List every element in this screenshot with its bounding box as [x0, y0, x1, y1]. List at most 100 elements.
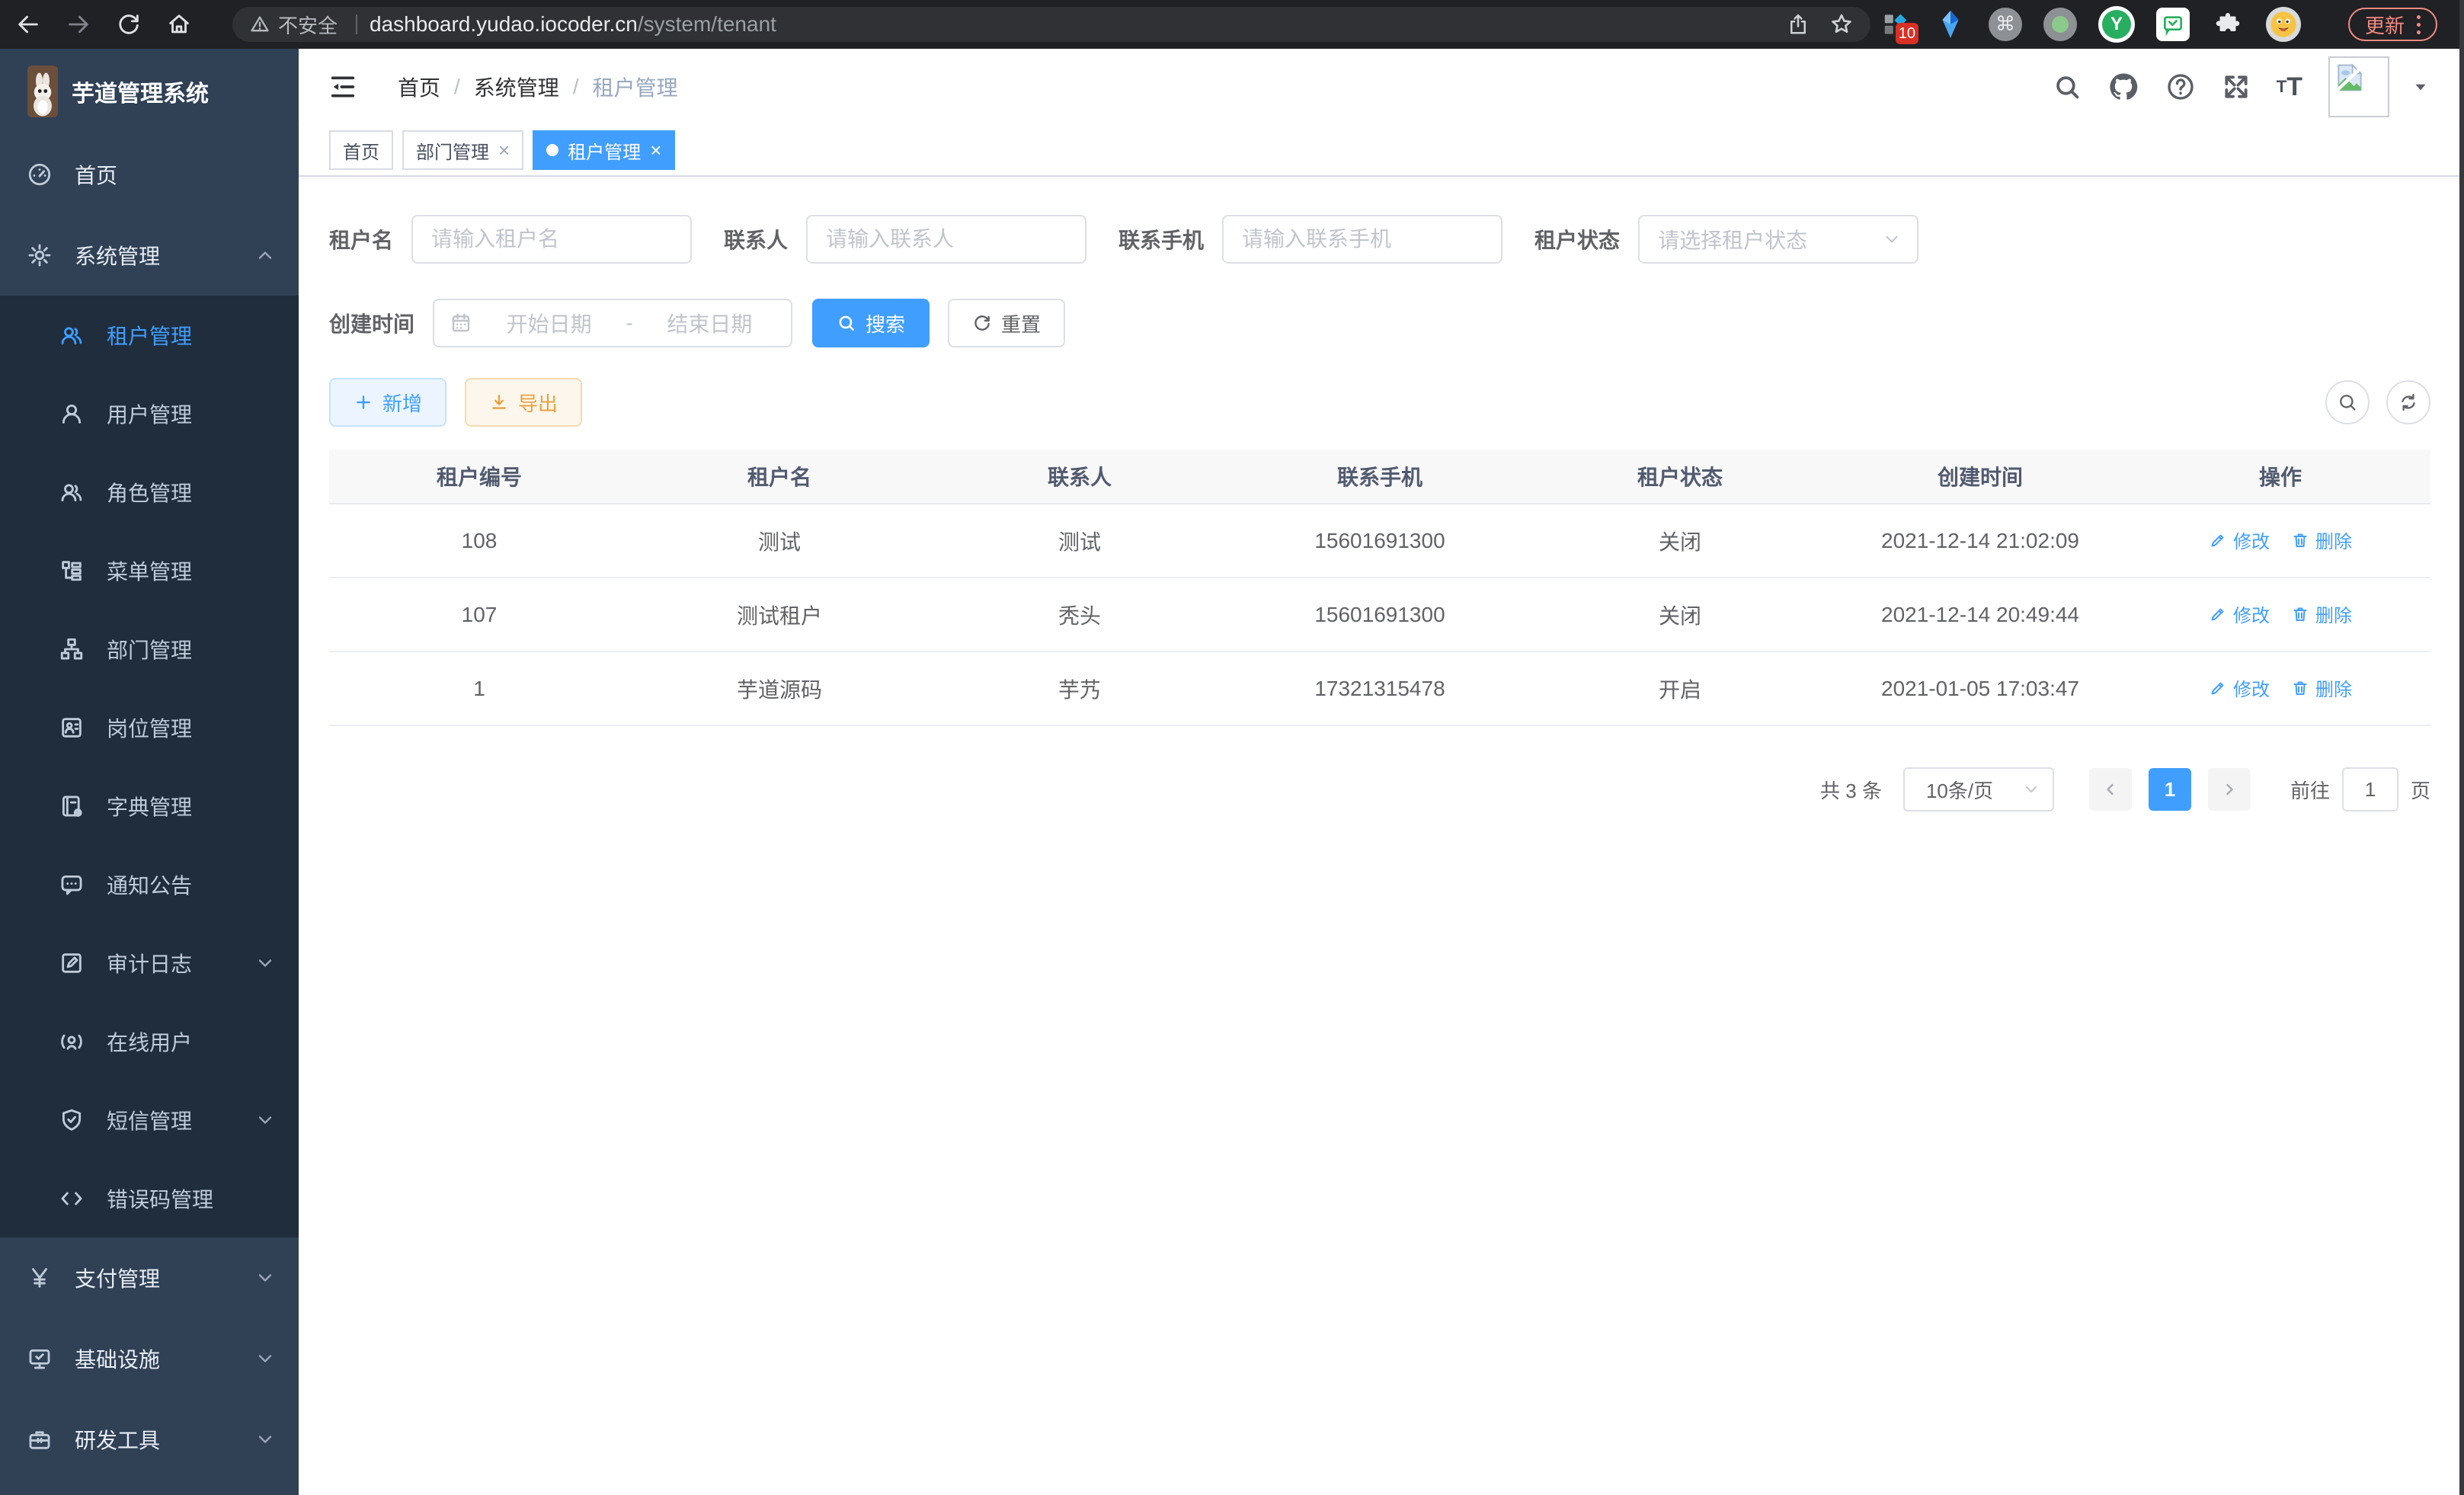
- refresh-table-button[interactable]: [2386, 380, 2430, 424]
- reset-button[interactable]: 重置: [948, 299, 1065, 347]
- sidebar-item-审计日志[interactable]: 审计日志: [0, 924, 299, 1002]
- prev-page-button[interactable]: [2089, 768, 2132, 811]
- sidebar-item-label: 字典管理: [107, 791, 192, 821]
- next-page-button[interactable]: [2208, 768, 2251, 811]
- edit-pencil-icon: [2209, 679, 2227, 697]
- browser-forward-icon[interactable]: [66, 11, 91, 37]
- table-row: 108测试测试15601691300关闭2021-12-14 21:02:09修…: [329, 504, 2430, 578]
- org-icon: [58, 636, 85, 662]
- table-row: 107测试租户秃头15601691300关闭2021-12-14 20:49:4…: [329, 578, 2430, 652]
- url-host: dashboard.yudao.iocoder.cn: [370, 12, 638, 37]
- date-range-picker[interactable]: 开始日期 - 结束日期: [433, 299, 792, 347]
- browser-home-icon[interactable]: [166, 11, 192, 37]
- sidebar-collapse-icon[interactable]: [328, 72, 358, 102]
- delete-link[interactable]: 删除: [2291, 600, 2352, 627]
- search-icon: [837, 313, 856, 333]
- security-label[interactable]: 不安全: [278, 11, 338, 39]
- help-icon[interactable]: [2165, 72, 2196, 102]
- tab-部门管理[interactable]: 部门管理×: [402, 130, 523, 170]
- close-tab-icon[interactable]: ×: [498, 140, 510, 160]
- delete-link[interactable]: 删除: [2291, 674, 2352, 701]
- breadcrumb-separator: /: [573, 75, 579, 99]
- status-select[interactable]: 请选择租户状态: [1638, 215, 1918, 264]
- table-cell: 测试租户: [629, 600, 930, 630]
- extension-command-icon[interactable]: ⌘: [1989, 8, 2022, 41]
- extension-chat-icon[interactable]: [2156, 8, 2190, 41]
- contact-input[interactable]: [806, 215, 1086, 264]
- user-avatar[interactable]: [2328, 56, 2389, 117]
- table-cell: 15601691300: [1230, 603, 1530, 627]
- extensions-puzzle-icon[interactable]: [2211, 8, 2245, 41]
- app-logo-row[interactable]: 芋道管理系统: [0, 49, 299, 134]
- browser-back-icon[interactable]: [15, 11, 41, 37]
- sidebar-item-角色管理[interactable]: 角色管理: [0, 453, 299, 531]
- tenant-name-input[interactable]: [411, 215, 692, 264]
- sidebar-item-短信管理[interactable]: 短信管理: [0, 1080, 299, 1159]
- sidebar-item-label: 在线用户: [107, 1026, 192, 1057]
- goto-page-input[interactable]: [2342, 767, 2398, 812]
- sidebar-item-基础设施[interactable]: 基础设施: [0, 1318, 299, 1399]
- sidebar-item-岗位管理[interactable]: 岗位管理: [0, 688, 299, 767]
- tab-租户管理[interactable]: 租户管理×: [533, 130, 675, 170]
- sidebar-item-租户管理[interactable]: 租户管理: [0, 296, 299, 374]
- share-icon[interactable]: [1787, 13, 1810, 36]
- toggle-search-button[interactable]: [2325, 380, 2370, 424]
- edit-link[interactable]: 修改: [2209, 674, 2270, 701]
- trash-icon: [2291, 531, 2309, 549]
- delete-link[interactable]: 删除: [2291, 527, 2352, 553]
- chrome-update-button[interactable]: 更新: [2348, 8, 2437, 41]
- table-cell: 108: [329, 529, 629, 553]
- font-size-icon[interactable]: TT: [2277, 72, 2302, 102]
- search-button[interactable]: 搜索: [812, 299, 930, 347]
- table-actions-cell: 修改删除: [2130, 527, 2430, 555]
- address-bar[interactable]: 不安全 dashboard.yudao.iocoder.cn/system/te…: [232, 7, 1870, 42]
- mobile-label: 联系手机: [1118, 224, 1204, 255]
- fullscreen-icon[interactable]: [2222, 72, 2251, 101]
- sidebar-item-研发工具[interactable]: 研发工具: [0, 1399, 299, 1480]
- header-search-icon[interactable]: [2053, 72, 2082, 101]
- extension-sidekick-icon[interactable]: 10: [1879, 8, 1912, 41]
- toolbox-icon: [26, 1426, 53, 1452]
- sidebar-item-菜单管理[interactable]: 菜单管理: [0, 531, 299, 610]
- end-date-placeholder[interactable]: 结束日期: [644, 308, 776, 338]
- extension-recorder-icon[interactable]: [2043, 8, 2077, 41]
- table-header-row: 租户编号租户名联系人联系手机租户状态创建时间操作: [329, 450, 2430, 504]
- pagination: 共 3 条 10条/页 1 前往 页: [329, 767, 2430, 812]
- sidebar-item-支付管理[interactable]: 支付管理: [0, 1237, 299, 1318]
- search-button-label: 搜索: [866, 309, 905, 338]
- breadcrumb-item[interactable]: 系统管理: [474, 72, 559, 102]
- extension-kite-icon[interactable]: [1934, 8, 1967, 41]
- chrome-menu-icon[interactable]: [2417, 15, 2421, 34]
- breadcrumb-item[interactable]: 首页: [398, 72, 440, 102]
- sidebar-item-首页[interactable]: 首页: [0, 134, 299, 215]
- sidebar-item-系统管理[interactable]: 系统管理: [0, 215, 299, 296]
- sidebar-item-字典管理[interactable]: 字典管理: [0, 767, 299, 845]
- sidebar-item-在线用户[interactable]: 在线用户: [0, 1002, 299, 1080]
- browser-reload-icon[interactable]: [116, 11, 142, 37]
- tab-首页[interactable]: 首页: [329, 130, 393, 170]
- close-tab-icon[interactable]: ×: [650, 140, 661, 160]
- profile-avatar-icon[interactable]: [2266, 7, 2301, 42]
- sidebar-menu: 首页系统管理租户管理用户管理角色管理菜单管理部门管理岗位管理字典管理通知公告审计…: [0, 134, 299, 1480]
- table-cell: 秃头: [930, 600, 1230, 630]
- edit-link[interactable]: 修改: [2209, 527, 2270, 553]
- contact-label: 联系人: [724, 224, 788, 255]
- bookmark-star-icon[interactable]: [1829, 12, 1854, 37]
- extension-y-icon[interactable]: Y: [2098, 6, 2135, 43]
- sidebar-item-通知公告[interactable]: 通知公告: [0, 845, 299, 924]
- sidebar-item-用户管理[interactable]: 用户管理: [0, 374, 299, 453]
- export-button[interactable]: 导出: [465, 378, 582, 427]
- start-date-placeholder[interactable]: 开始日期: [483, 308, 615, 338]
- avatar-caret-icon[interactable]: [2411, 77, 2430, 97]
- add-button[interactable]: 新增: [329, 378, 446, 427]
- url-path: /system/tenant: [638, 12, 776, 37]
- sidebar-item-部门管理[interactable]: 部门管理: [0, 610, 299, 688]
- edit-link[interactable]: 修改: [2209, 600, 2270, 627]
- mobile-input[interactable]: [1222, 215, 1502, 264]
- github-icon[interactable]: [2107, 71, 2139, 103]
- sidebar-item-错误码管理[interactable]: 错误码管理: [0, 1159, 299, 1237]
- page-size-select[interactable]: 10条/页: [1903, 767, 2054, 812]
- page-1-button[interactable]: 1: [2149, 768, 2191, 811]
- page-unit-label: 页: [2411, 776, 2430, 804]
- refresh-icon: [972, 313, 992, 333]
